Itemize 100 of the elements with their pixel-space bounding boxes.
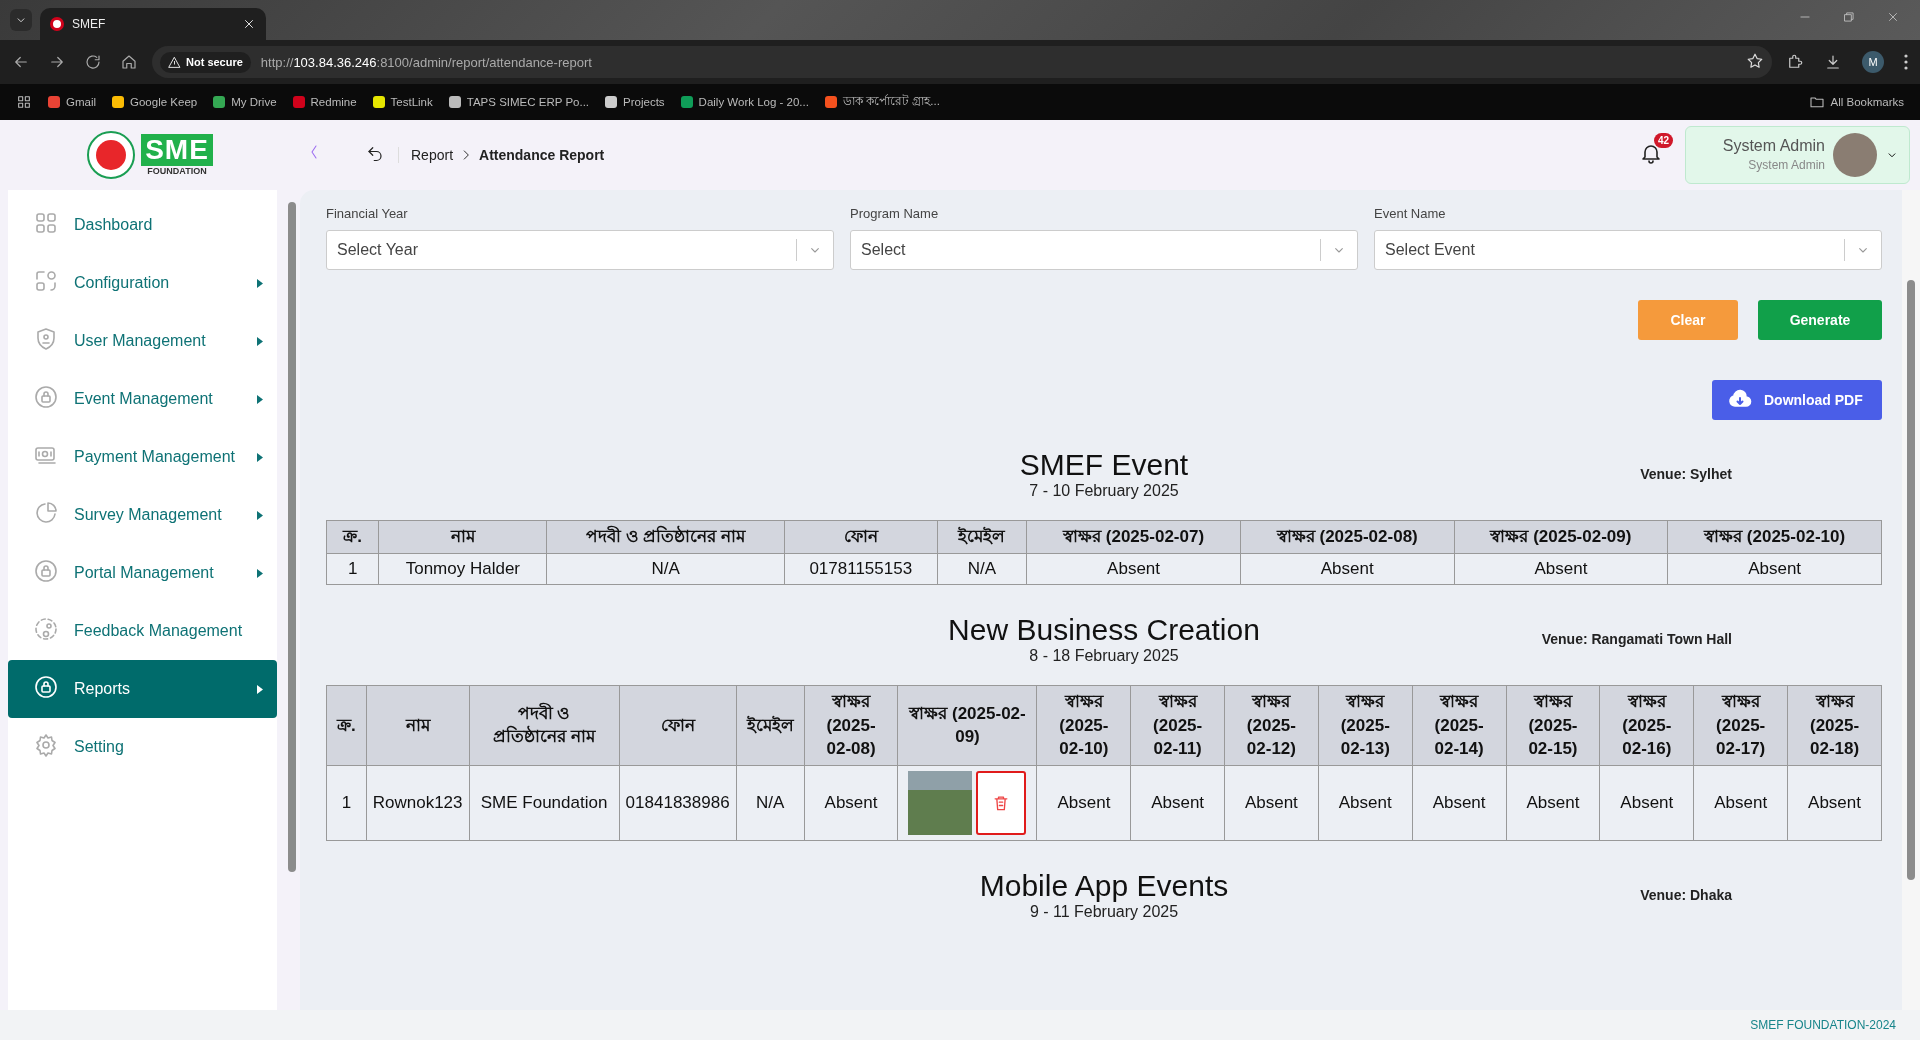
bookmark[interactable]: Redmine: [292, 96, 357, 108]
reload-icon: [84, 53, 102, 71]
column-header: স্বাক্ষর (2025-02-14): [1412, 685, 1507, 766]
sidebar-item[interactable]: Dashboard: [8, 196, 277, 254]
table-cell: Absent: [1412, 765, 1507, 841]
sidebar-item[interactable]: Feedback Management: [8, 602, 277, 660]
table-cell: N/A: [736, 765, 805, 841]
table-cell: Absent: [1130, 765, 1225, 841]
sidebar-item[interactable]: Event Management: [8, 370, 277, 428]
browser-tab[interactable]: SMEF: [40, 8, 266, 40]
tab-list-button[interactable]: [10, 9, 32, 31]
column-header: ফোন: [619, 685, 737, 766]
pie-icon: [34, 501, 58, 525]
column-header: স্বাক্ষর (2025-02-13): [1318, 685, 1413, 766]
breadcrumb-current: Attendance Report: [479, 147, 605, 163]
all-bookmarks[interactable]: All Bookmarks: [1808, 94, 1904, 110]
lock-icon: [34, 385, 58, 409]
table-cell: 01781155153: [784, 553, 938, 585]
table-cell: SME Foundation: [469, 765, 620, 841]
profile-avatar[interactable]: M: [1862, 51, 1884, 73]
bookmark[interactable]: Daily Work Log - 20...: [680, 96, 809, 108]
select-field[interactable]: Select: [850, 230, 1358, 270]
table-cell: 1: [326, 553, 379, 585]
apps-icon: [16, 94, 32, 110]
restore-icon: [1842, 10, 1856, 24]
event-title: New Business Creation: [948, 612, 1260, 647]
column-header: ক্র.: [326, 685, 367, 766]
warning-icon: [168, 55, 181, 69]
address-bar[interactable]: Not secure http://103.84.36.246:8100/admin/report/attendance-report: [152, 46, 1772, 78]
bookmark[interactable]: Google Keep: [112, 96, 198, 108]
column-header: ফোন: [784, 520, 938, 554]
home-icon: [120, 53, 138, 71]
lock-icon: [34, 559, 58, 583]
column-header: স্বাক্ষর (2025-02-15): [1506, 685, 1600, 766]
sidebar-item[interactable]: User Management: [8, 312, 277, 370]
table-cell: Absent: [1318, 765, 1413, 841]
table-cell: 01841838986: [619, 765, 737, 841]
column-header: স্বাক্ষর (2025-02-09): [898, 685, 1037, 766]
bookmark[interactable]: Projects: [605, 96, 665, 108]
bookmark[interactable]: My Drive: [213, 96, 277, 108]
column-header: স্বাক্ষর (2025-02-10): [1037, 685, 1131, 766]
close-icon: [1886, 10, 1900, 24]
column-header: ইমেইল: [736, 685, 805, 766]
bookmark[interactable]: Gmail: [48, 96, 97, 108]
column-header: নাম: [366, 685, 469, 766]
url-text: http://103.84.36.246:8100/admin/report/attendance-report: [260, 54, 592, 70]
sidebar-item[interactable]: Payment Management: [8, 428, 277, 486]
bookmark[interactable]: TestLink: [372, 96, 433, 108]
table-cell: Absent: [1026, 553, 1241, 585]
select-field[interactable]: Select Event: [1374, 230, 1882, 270]
config-icon: [34, 269, 58, 293]
event-dates: 8 - 18 February 2025: [1029, 646, 1179, 664]
sidebar-item[interactable]: Configuration: [8, 254, 277, 312]
column-header: স্বাক্ষর (2025-02-09): [1454, 520, 1668, 554]
security-chip[interactable]: Not secure: [160, 51, 251, 73]
table-cell: Absent: [1787, 765, 1882, 841]
shield-icon: [34, 327, 58, 351]
field-label: Financial Year: [326, 206, 409, 221]
event-dates: 9 - 11 February 2025: [1029, 903, 1179, 921]
event-venue: Venue: Dhaka: [1640, 887, 1732, 904]
column-header: ইমেইল: [937, 520, 1027, 554]
grid-icon: [34, 211, 58, 235]
breadcrumb-link[interactable]: Report: [411, 147, 454, 163]
table-cell: Absent: [1240, 553, 1455, 585]
column-header: নাম: [378, 520, 547, 554]
feedback-icon: [34, 617, 58, 641]
event-venue: Venue: Rangamati Town Hall: [1541, 630, 1732, 647]
table-cell: Absent: [1454, 553, 1668, 585]
scrollbar[interactable]: [1907, 280, 1915, 880]
download-pdf-button[interactable]: Download PDF: [1712, 380, 1882, 420]
column-header: স্বাক্ষর (2025-02-18): [1787, 685, 1882, 766]
sidebar-item[interactable]: Portal Management: [8, 544, 277, 602]
delete-button[interactable]: [976, 771, 1027, 836]
star-icon: [1746, 51, 1764, 70]
select-field[interactable]: Select Year: [326, 230, 834, 270]
event-venue: Venue: Sylhet: [1640, 466, 1732, 482]
table-cell: Absent: [804, 765, 898, 841]
close-icon: [242, 17, 256, 31]
bookmark[interactable]: TAPS SIMEC ERP Po...: [448, 96, 590, 108]
sidebar-item[interactable]: Reports: [8, 660, 277, 718]
user-menu[interactable]: System Admin System Admin: [1685, 126, 1910, 184]
bookmark[interactable]: ডাক কর্পোরেট গ্রাহ...: [824, 92, 940, 112]
event-dates: 7 - 10 February 2025: [1029, 482, 1179, 499]
emblem-icon: [87, 131, 136, 179]
column-header: স্বাক্ষর (2025-02-17): [1693, 685, 1788, 766]
logo-subtitle: FOUNDATION: [147, 166, 207, 176]
table-cell: Rownok123: [366, 765, 469, 841]
scrollbar[interactable]: [288, 202, 296, 872]
avatar: [1833, 133, 1877, 177]
sidebar-item[interactable]: Survey Management: [8, 486, 277, 544]
footer-text: SMEF FOUNDATION-2024: [1750, 1018, 1896, 1032]
menu-icon[interactable]: [1904, 54, 1908, 70]
photo-placeholder: [908, 771, 973, 836]
table-cell: Absent: [1506, 765, 1600, 841]
sidebar-item[interactable]: Setting: [8, 718, 277, 776]
column-header: স্বাক্ষর (2025-02-07): [1026, 520, 1241, 554]
column-header: ক্র.: [326, 520, 379, 554]
folder-icon: [1808, 94, 1825, 110]
column-header: স্বাক্ষর (2025-02-12): [1224, 685, 1319, 766]
column-header: পদবী ও প্রতিষ্ঠানের নাম: [546, 520, 785, 554]
